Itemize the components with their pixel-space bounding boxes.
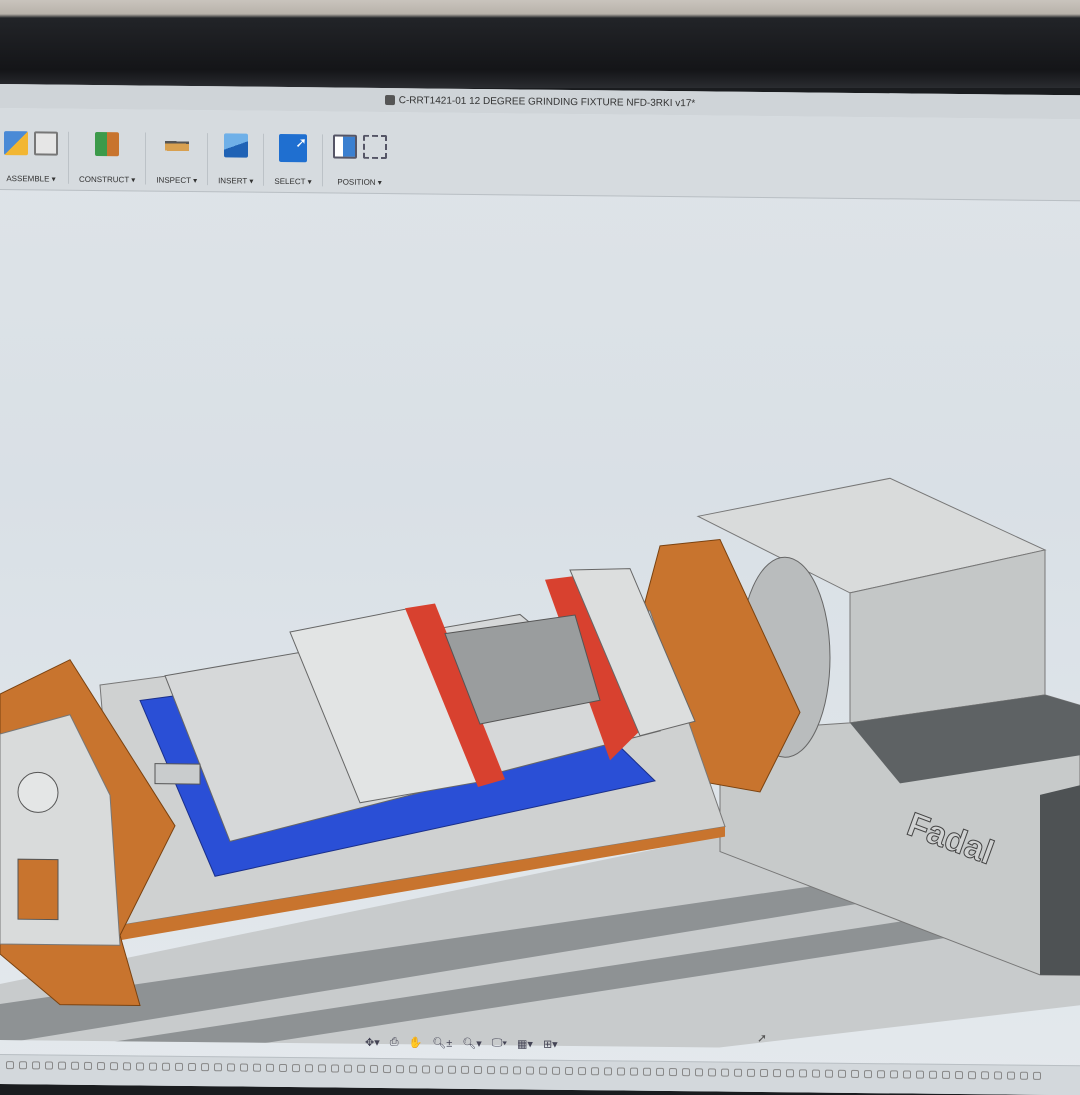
zoom-button[interactable]: 🔍︎± xyxy=(432,1037,452,1050)
fusion-window: C-RRT1421-01 12 DEGREE GRINDING FIXTURE … xyxy=(0,84,1080,1095)
look-at-button[interactable]: ⎙ xyxy=(390,1036,399,1049)
monitor-bezel xyxy=(0,0,1080,88)
document-icon xyxy=(384,95,395,106)
mouse-cursor: ➚ xyxy=(757,1031,767,1045)
measure-icon xyxy=(164,132,189,157)
position-icon xyxy=(332,134,357,159)
construct-menu[interactable]: CONSTRUCT ▾ xyxy=(69,131,147,185)
navigation-bar: ✥▾ ⎙ ✋ 🔍︎± 🔍︎▾ 🖵▾ ▦▾ ⊞▾ xyxy=(365,1036,558,1051)
document-title: C-RRT1421-01 12 DEGREE GRINDING FIXTURE … xyxy=(398,94,696,109)
fit-button[interactable]: 🔍︎▾ xyxy=(462,1037,482,1050)
pan-button[interactable]: ✋ xyxy=(409,1036,423,1049)
insert-image-icon xyxy=(223,133,248,158)
joint-icon xyxy=(34,131,58,156)
grid-settings-button[interactable]: ▦▾ xyxy=(517,1037,533,1050)
position-menu[interactable]: POSITION ▾ xyxy=(323,134,397,187)
display-settings-button[interactable]: 🖵▾ xyxy=(492,1037,507,1050)
inspect-menu[interactable]: INSPECT ▾ xyxy=(146,132,209,186)
viewports-button[interactable]: ⊞▾ xyxy=(543,1038,558,1051)
construct-plane-icon xyxy=(95,131,120,157)
capture-position-icon xyxy=(362,134,387,160)
assemble-icon xyxy=(4,131,28,156)
orbit-button[interactable]: ✥▾ xyxy=(365,1036,380,1049)
insert-menu[interactable]: INSERT ▾ xyxy=(208,133,265,186)
timeline-bar[interactable] xyxy=(0,1054,1080,1095)
select-cursor-icon: ➚ xyxy=(278,133,307,163)
3d-viewport[interactable]: Fadal ➚ xyxy=(0,190,1080,1052)
select-menu[interactable]: ➚ SELECT ▾ xyxy=(264,133,323,187)
toolbar: ASSEMBLE ▾ CONSTRUCT ▾ INSPECT ▾ INSERT … xyxy=(0,108,1080,202)
assemble-menu[interactable]: ASSEMBLE ▾ xyxy=(0,131,69,184)
